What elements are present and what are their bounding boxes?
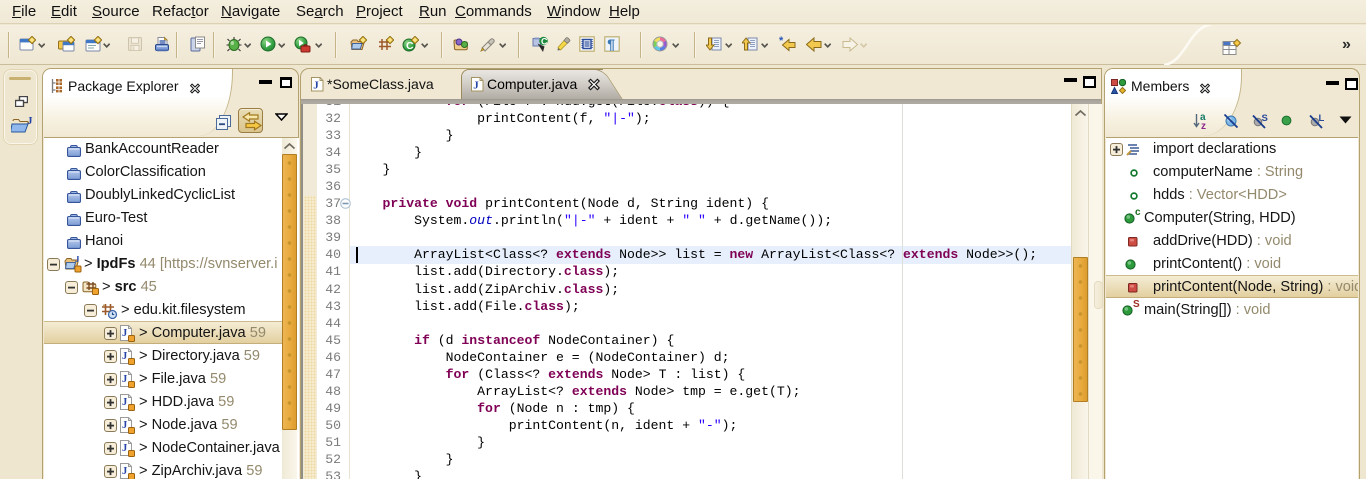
svg-text:¶: ¶ <box>607 36 615 52</box>
svg-text:z: z <box>1201 121 1206 130</box>
svg-text:L: L <box>1319 113 1325 124</box>
svg-text:J: J <box>27 115 33 127</box>
svg-text:S: S <box>1262 113 1268 124</box>
svg-text:C: C <box>541 37 548 47</box>
